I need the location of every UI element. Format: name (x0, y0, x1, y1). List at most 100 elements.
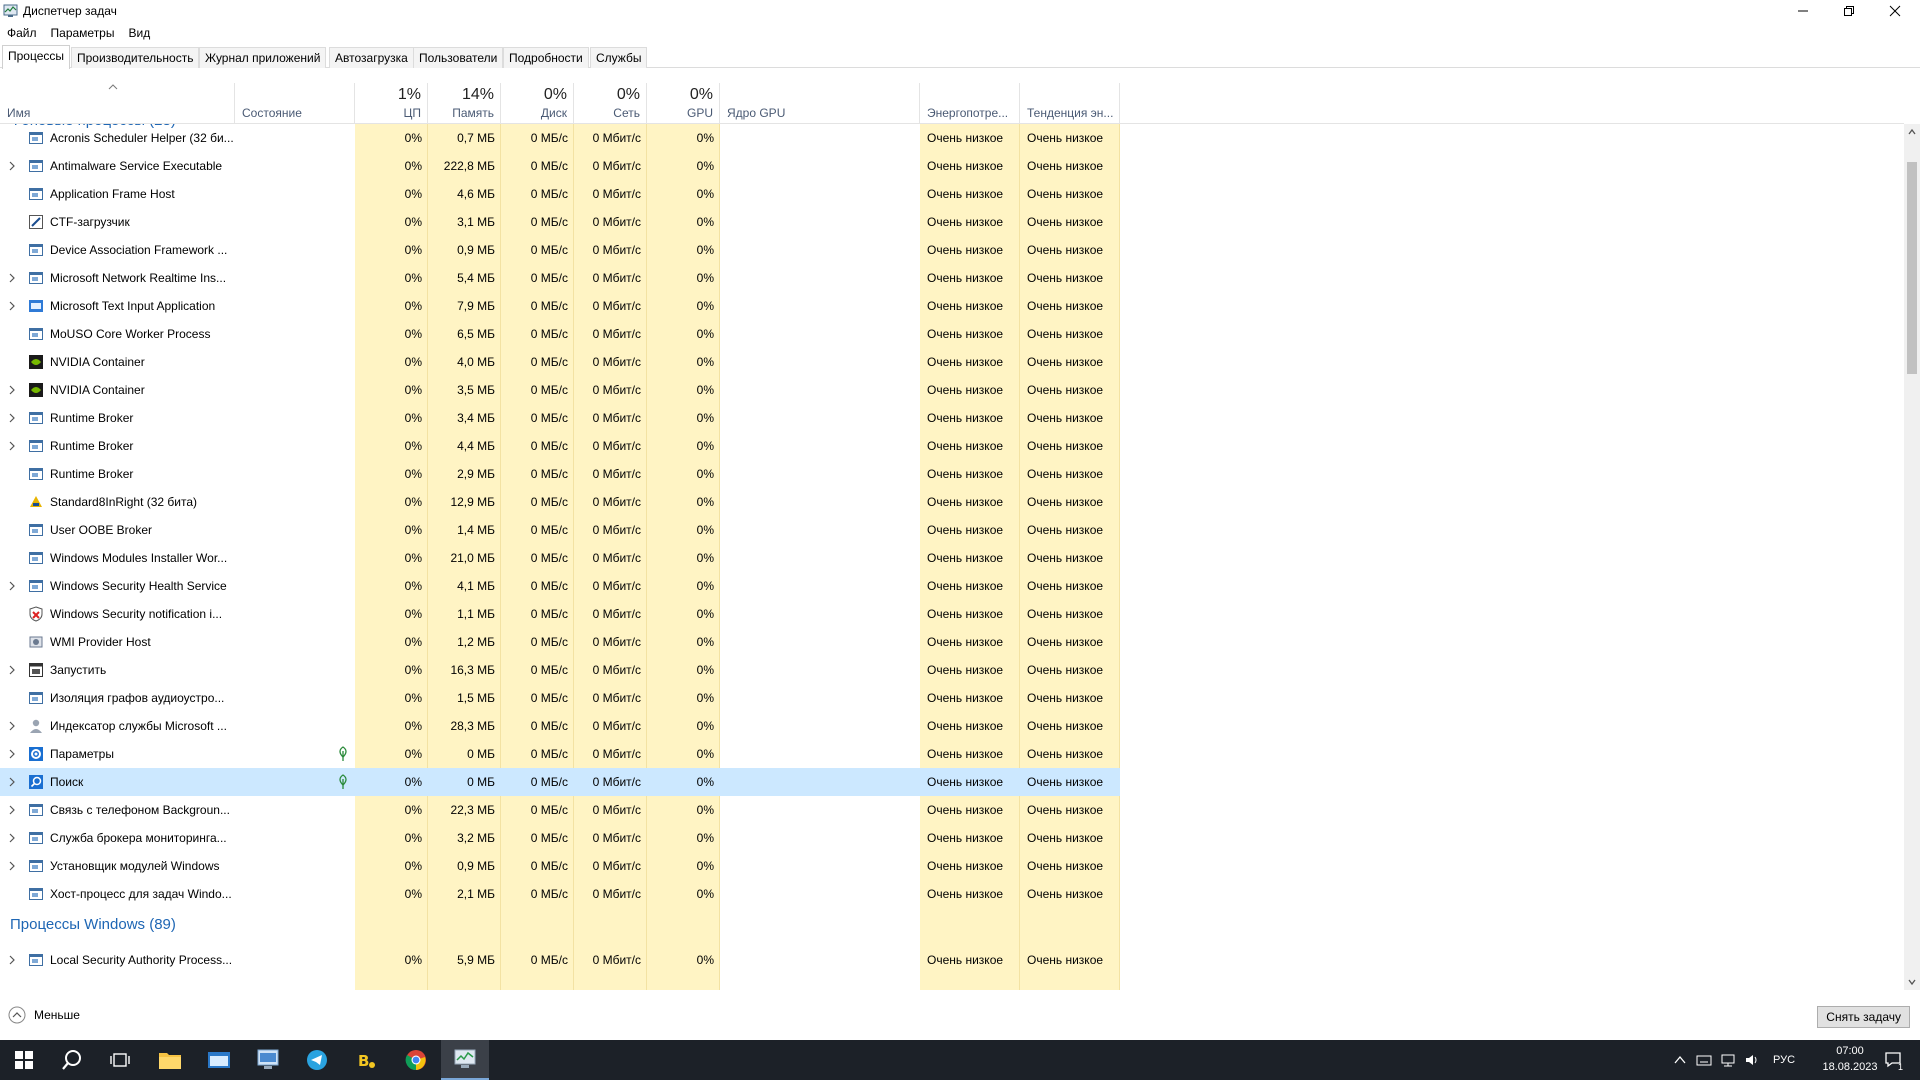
telegram-button[interactable] (293, 1040, 341, 1080)
expand-chevron-icon[interactable] (8, 955, 16, 965)
expand-chevron-icon[interactable] (8, 385, 16, 395)
expand-chevron-icon[interactable] (8, 861, 16, 871)
expand-chevron-icon[interactable] (8, 777, 16, 787)
tab-services[interactable]: Службы (590, 47, 648, 68)
expand-chevron-icon[interactable] (8, 273, 16, 283)
process-row[interactable]: Runtime Broker 0% 2,9 МБ 0 МБ/с 0 Мбит/с 0% Оч… (0, 460, 1120, 488)
process-row[interactable]: Установщик модулей Windows 0% 0,9 МБ 0 МБ/с… (0, 852, 1120, 880)
task-view-button[interactable] (96, 1040, 144, 1080)
process-row[interactable]: Local Security Authority Process... 0% 5,9… (0, 946, 1120, 974)
process-row[interactable]: User OOBE Broker 0% 1,4 МБ 0 МБ/с 0 Мбит/с 0%… (0, 516, 1120, 544)
minimize-button[interactable] (1780, 0, 1826, 22)
network-button[interactable] (1716, 1040, 1740, 1080)
process-row[interactable]: NVIDIA Container 0% 4,0 МБ 0 МБ/с 0 Мбит/с 0%… (0, 348, 1120, 376)
column-network[interactable]: 0% Сеть (574, 83, 647, 124)
process-row[interactable]: Windows Security notification i... 0% 1,1 … (0, 600, 1120, 628)
column-cpu-total: 1% (397, 86, 421, 103)
notifications-button[interactable]: 1 (1874, 1040, 1914, 1080)
file-explorer-button[interactable] (146, 1040, 194, 1080)
column-disk[interactable]: 0% Диск (501, 83, 574, 124)
process-row[interactable]: Windows Security Health Service 0% 4,1 МБ 0… (0, 572, 1120, 600)
expand-chevron-icon[interactable] (8, 749, 16, 759)
control-panel-button[interactable] (244, 1040, 292, 1080)
scrollbar-thumb[interactable] (1907, 162, 1917, 374)
column-network-label: Сеть (613, 106, 640, 120)
menu-view[interactable]: Вид (121, 23, 157, 43)
process-row[interactable]: MoUSO Core Worker Process 0% 6,5 МБ 0 МБ/с 0… (0, 320, 1120, 348)
volume-button[interactable] (1740, 1040, 1764, 1080)
column-gpu[interactable]: 0% GPU (647, 83, 720, 124)
column-memory[interactable]: 14% Память (428, 83, 501, 124)
app-process-icon (29, 188, 43, 200)
process-row[interactable]: Windows Modules Installer Wor... 0% 21,0 М… (0, 544, 1120, 572)
scroll-up-icon[interactable] (1907, 127, 1917, 137)
start-button[interactable] (0, 1040, 48, 1080)
vertical-scrollbar[interactable] (1904, 124, 1920, 990)
expand-chevron-icon[interactable] (8, 413, 16, 423)
cell-gpu: 0% (696, 131, 714, 145)
cell-disk: 0 МБ/с (530, 831, 568, 845)
process-row[interactable]: Microsoft Network Realtime Ins... 0% 5,4 М… (0, 264, 1120, 292)
process-row[interactable]: Хост-процесс для задач Windo... 0% 2,1 МБ 0… (0, 880, 1120, 908)
column-power[interactable]: Энергопотре... (920, 83, 1020, 124)
process-row[interactable]: Параметры 0% 0 МБ 0 МБ/с 0 Мбит/с 0% Очень низ… (0, 740, 1120, 768)
end-task-button[interactable]: Снять задачу (1817, 1006, 1910, 1028)
tab-users[interactable]: Пользователи (413, 47, 504, 68)
process-row[interactable]: NVIDIA Container 0% 3,5 МБ 0 МБ/с 0 Мбит/с 0%… (0, 376, 1120, 404)
cell-mem: 222,8 МБ (443, 159, 495, 173)
bitrix-button[interactable]: B (342, 1040, 390, 1080)
task-manager-taskbar-button[interactable] (441, 1040, 489, 1080)
column-name[interactable]: Имя (0, 83, 235, 124)
process-row[interactable]: Application Frame Host 0% 4,6 МБ 0 МБ/с 0 Мб… (0, 180, 1120, 208)
expand-chevron-icon[interactable] (8, 161, 16, 171)
fewer-details-button[interactable]: Меньше (8, 1006, 80, 1024)
expand-chevron-icon[interactable] (8, 805, 16, 815)
expand-chevron-icon[interactable] (8, 581, 16, 591)
tab-startup[interactable]: Автозагрузка (329, 47, 414, 68)
expand-chevron-icon[interactable] (8, 833, 16, 843)
language-indicator[interactable]: РУС (1766, 1040, 1802, 1080)
process-row[interactable]: Связь с телефоном Backgroun... 0% 22,3 МБ 0… (0, 796, 1120, 824)
tab-details[interactable]: Подробности (503, 47, 589, 68)
process-row[interactable]: CTF-загрузчик 0% 3,1 МБ 0 МБ/с 0 Мбит/с 0% Оче… (0, 208, 1120, 236)
process-row[interactable]: WMI Provider Host 0% 1,2 МБ 0 МБ/с 0 Мбит/с 0… (0, 628, 1120, 656)
column-cpu[interactable]: 1% ЦП (355, 83, 428, 124)
process-row[interactable]: Поиск 0% 0 МБ 0 МБ/с 0 Мбит/с 0% Очень низкое О… (0, 768, 1120, 796)
process-row[interactable]: Изоляция графов аудиоустро... 0% 1,5 МБ 0 М… (0, 684, 1120, 712)
chrome-button[interactable] (392, 1040, 440, 1080)
process-row[interactable]: Acronis Scheduler Helper (32 би... 0% 0,7 … (0, 124, 1120, 152)
process-row[interactable]: Запустить 0% 16,3 МБ 0 МБ/с 0 Мбит/с 0% Очень … (0, 656, 1120, 684)
app-process-icon (29, 692, 43, 704)
process-row[interactable]: Microsoft Text Input Application 0% 7,9 МБ… (0, 292, 1120, 320)
process-row[interactable]: Standard8InRight (32 бита) 0% 12,9 МБ 0 МБ/… (0, 488, 1120, 516)
column-gpu-engine[interactable]: Ядро GPU (720, 83, 920, 124)
expand-chevron-icon[interactable] (8, 665, 16, 675)
process-row[interactable]: Antimalware Service Executable 0% 222,8 МБ… (0, 152, 1120, 180)
scroll-down-icon[interactable] (1907, 977, 1917, 987)
expand-chevron-icon[interactable] (8, 441, 16, 451)
column-disk-label: Диск (540, 106, 567, 120)
tab-performance[interactable]: Производительность (71, 47, 200, 68)
cell-power: Очень низкое (927, 271, 1004, 285)
restore-button[interactable] (1826, 0, 1872, 22)
process-row[interactable]: Runtime Broker 0% 4,4 МБ 0 МБ/с 0 Мбит/с 0% Оч… (0, 432, 1120, 460)
expand-chevron-icon[interactable] (8, 301, 16, 311)
close-button[interactable] (1872, 0, 1918, 22)
input-indicator-button[interactable] (1692, 1040, 1716, 1080)
menu-options[interactable]: Параметры (44, 23, 122, 43)
column-status[interactable]: Состояние (235, 83, 355, 124)
mail-app-button[interactable] (195, 1040, 243, 1080)
windows-processes-group[interactable]: Процессы Windows (89) (10, 916, 176, 933)
tab-processes[interactable]: Процессы (2, 45, 71, 69)
process-row[interactable]: Device Association Framework ... 0% 0,9 МБ… (0, 236, 1120, 264)
taskbar-search-button[interactable] (48, 1040, 96, 1080)
expand-chevron-icon[interactable] (8, 721, 16, 731)
process-row[interactable]: Служба брокера мониторинга... 0% 3,2 МБ 0 М… (0, 824, 1120, 852)
search-process-icon (29, 775, 43, 789)
column-power-trend[interactable]: Тенденция эн... (1020, 83, 1120, 124)
process-row[interactable]: Runtime Broker 0% 3,4 МБ 0 МБ/с 0 Мбит/с 0% Оч… (0, 404, 1120, 432)
process-row[interactable]: Индексатор службы Microsoft ... 0% 28,3 МБ… (0, 712, 1120, 740)
show-hidden-icons-button[interactable] (1668, 1040, 1692, 1080)
menu-file[interactable]: Файл (0, 23, 44, 43)
tab-app-history[interactable]: Журнал приложений (199, 47, 327, 68)
